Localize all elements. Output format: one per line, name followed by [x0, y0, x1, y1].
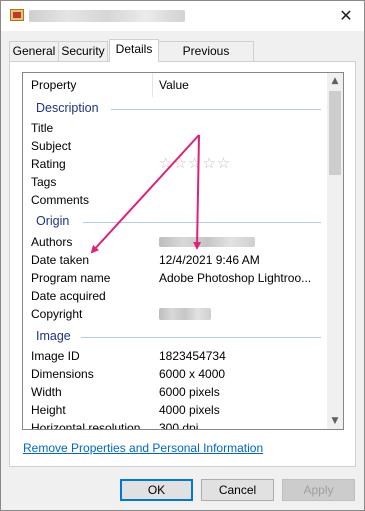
details-panel: Property Value Description Title Subject…: [9, 61, 356, 467]
property-name: Date taken: [31, 253, 90, 267]
property-name: Date acquired: [31, 289, 106, 303]
property-row-dimensions[interactable]: Dimensions 6000 x 4000: [23, 365, 327, 383]
property-row-subject[interactable]: Subject: [23, 137, 327, 155]
property-name: Subject: [31, 139, 72, 153]
group-label: Origin: [36, 214, 74, 228]
properties-dialog: ✕ General Security Details Previous Vers…: [0, 0, 365, 511]
property-name: Rating: [31, 157, 66, 171]
property-row-program-name[interactable]: Program name Adobe Photoshop Lightroo...: [23, 269, 327, 287]
scrollbar-thumb[interactable]: [329, 91, 341, 175]
property-value: Adobe Photoshop Lightroo...: [159, 271, 312, 285]
group-label: Image: [36, 329, 75, 343]
property-row-rating[interactable]: Rating ☆☆☆☆☆: [23, 154, 327, 173]
column-header-value[interactable]: Value: [153, 73, 327, 97]
property-row-tags[interactable]: Tags: [23, 173, 327, 191]
column-header-property[interactable]: Property: [23, 73, 153, 97]
property-value: 6000 pixels: [159, 385, 220, 399]
scroll-down-icon[interactable]: ▼: [327, 413, 343, 429]
authors-value-redacted: [159, 237, 255, 247]
group-image: Image: [23, 327, 327, 347]
tab-details[interactable]: Details: [109, 39, 159, 62]
property-name: Height: [31, 403, 66, 417]
property-name: Comments: [31, 193, 90, 207]
property-value: 300 dpi: [159, 421, 199, 429]
scroll-up-icon[interactable]: ▲: [327, 73, 343, 89]
property-value: 12/4/2021 9:46 AM: [159, 253, 260, 267]
cancel-button[interactable]: Cancel: [201, 479, 274, 501]
property-row-date-acquired[interactable]: Date acquired: [23, 287, 327, 305]
tab-general[interactable]: General: [9, 41, 59, 61]
apply-button[interactable]: Apply: [282, 479, 355, 501]
property-row-image-id[interactable]: Image ID 1823454734: [23, 347, 327, 365]
property-value: 4000 pixels: [159, 403, 220, 417]
property-name: Tags: [31, 175, 57, 189]
properties-list[interactable]: Property Value Description Title Subject…: [22, 72, 344, 430]
image-file-icon: [10, 9, 24, 21]
property-row-horizontal-resolution[interactable]: Horizontal resolution 300 dpi: [23, 419, 327, 429]
property-value: 1823454734: [159, 349, 226, 363]
remove-properties-link[interactable]: Remove Properties and Personal Informati…: [23, 441, 263, 455]
property-name: Authors: [31, 235, 73, 249]
group-origin: Origin: [23, 212, 327, 232]
property-name: Copyright: [31, 307, 83, 321]
group-description: Description: [23, 99, 327, 119]
window-title-redacted: [29, 10, 185, 22]
property-name: Title: [31, 121, 54, 135]
property-row-date-taken[interactable]: Date taken 12/4/2021 9:46 AM: [23, 251, 327, 269]
property-name: Image ID: [31, 349, 80, 363]
tab-security[interactable]: Security: [58, 41, 108, 61]
property-row-height[interactable]: Height 4000 pixels: [23, 401, 327, 419]
property-row-copyright[interactable]: Copyright: [23, 305, 327, 323]
property-row-width[interactable]: Width 6000 pixels: [23, 383, 327, 401]
rating-stars-icon[interactable]: ☆☆☆☆☆: [159, 154, 231, 172]
property-value: 6000 x 4000: [159, 367, 226, 381]
title-bar[interactable]: ✕: [1, 1, 364, 31]
property-row-comments[interactable]: Comments: [23, 191, 327, 209]
property-name: Dimensions: [31, 367, 94, 381]
property-name: Width: [31, 385, 62, 399]
group-label: Description: [36, 101, 103, 115]
close-icon[interactable]: ✕: [333, 5, 359, 27]
ok-button[interactable]: OK: [120, 479, 193, 501]
property-row-title[interactable]: Title: [23, 119, 327, 137]
vertical-scrollbar[interactable]: ▲ ▼: [327, 73, 343, 429]
property-row-authors[interactable]: Authors: [23, 233, 327, 251]
copyright-value-redacted: [159, 308, 211, 320]
property-name: Horizontal resolution: [31, 421, 141, 429]
property-name: Program name: [31, 271, 111, 285]
tab-previous-versions[interactable]: Previous Versions: [158, 41, 254, 76]
